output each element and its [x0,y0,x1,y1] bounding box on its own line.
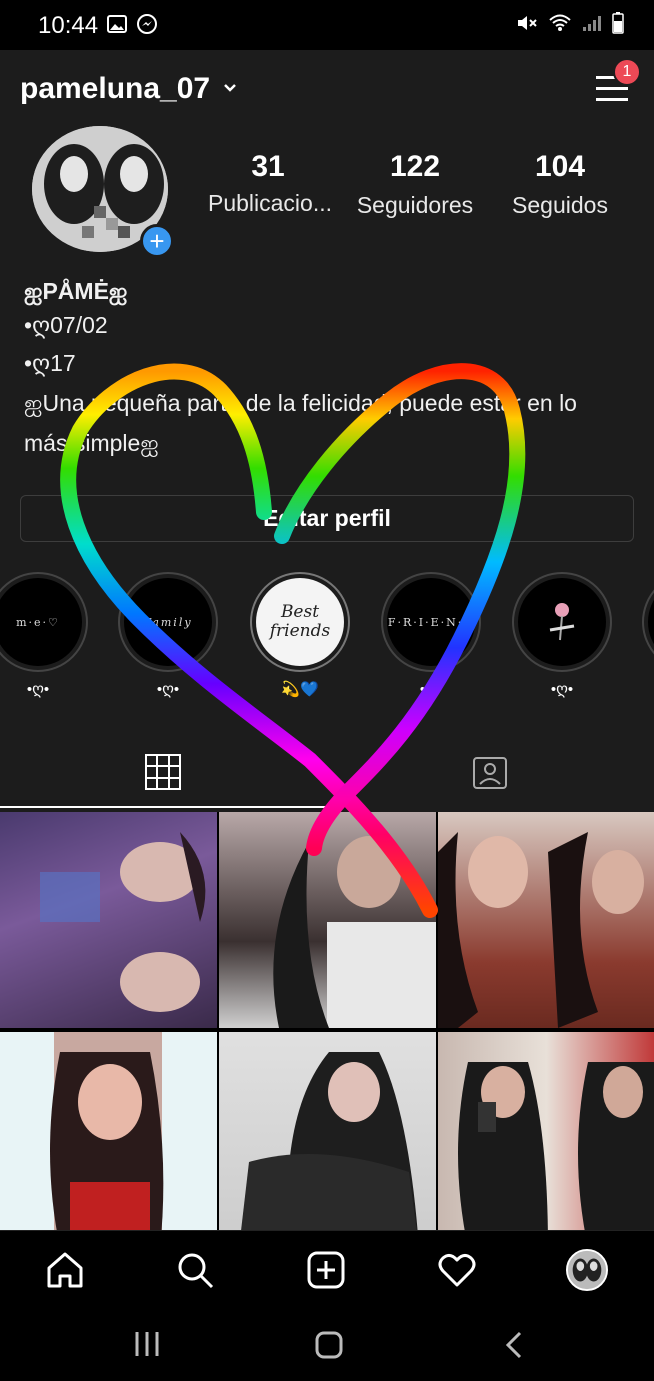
followers-label: Seguidores [356,192,474,218]
notification-badge: 1 [613,58,641,86]
highlight-caption: •ღ• [550,681,574,698]
posts-count: 31 [251,150,285,183]
bio-line-3: ஐUna pequeña parte de la felicidad, pued… [24,390,577,416]
profile-name: ஐPÅMĖஐ [24,278,128,304]
bio-line-1: •ღ07/02 [24,312,108,338]
edit-profile-button[interactable]: Editar perfil [20,495,634,542]
stat-following[interactable]: 104 Seguidos [506,150,614,219]
status-time: 10:44 [38,12,99,39]
new-post-icon[interactable] [305,1249,347,1291]
posts-grid [0,812,654,1248]
profile-tabs [0,734,654,810]
back-icon[interactable] [502,1330,526,1365]
flower-icon [549,603,575,641]
profile-avatar-large[interactable]: + [32,126,174,258]
story-highlight[interactable] [642,572,654,672]
username[interactable]: pameluna_07 [20,72,210,106]
post-thumbnail[interactable] [438,812,654,1028]
status-bar: 10:44 [0,0,654,50]
highlight-cover: m·e·♡ [0,578,82,666]
tagged-icon[interactable] [472,754,508,795]
active-tab-indicator [0,806,327,808]
post-thumbnail[interactable] [438,1032,654,1248]
profile-header: pameluna_07 1 [0,50,654,128]
activity-heart-icon[interactable] [436,1249,478,1291]
stat-followers[interactable]: 122 Seguidores [354,150,476,219]
stat-posts[interactable]: 31 [230,150,306,184]
post-thumbnail[interactable] [219,812,436,1028]
highlight-cover: Family [124,578,212,666]
story-highlight[interactable]: F·R·I·E·N·D •ღ• [381,572,481,698]
story-highlight[interactable]: Best friends 💫💙 [250,572,350,698]
highlight-cover [518,578,606,666]
battery-icon [612,12,624,39]
wifi-icon [548,13,572,38]
highlight-cover: F·R·I·E·N·D [387,578,475,666]
highlight-caption: 💫💙 [281,681,319,698]
mute-icon [516,13,538,38]
story-highlight[interactable]: Family •ღ• [118,572,218,698]
highlight-caption: •ღ• [156,681,180,698]
bottom-nav [0,1230,654,1306]
highlight-caption: •ღ• [26,681,50,698]
followers-count: 122 [389,150,441,183]
messenger-icon [137,14,157,39]
highlight-caption: •ღ• [419,681,443,698]
recent-apps-icon[interactable] [133,1330,161,1363]
post-thumbnail[interactable] [219,1032,436,1248]
bio-line-2: •ღ17 [24,350,76,376]
posts-label: Publicacio... [207,190,332,216]
home-button-icon[interactable] [314,1330,344,1365]
story-highlight[interactable]: •ღ• [512,572,612,698]
home-icon[interactable] [44,1249,86,1291]
bio-line-4: más simpleஐ [24,430,159,456]
post-thumbnail[interactable] [0,812,217,1028]
following-label: Seguidos [512,192,608,218]
gallery-icon [107,15,127,38]
add-story-button[interactable]: + [140,224,174,258]
profile-screen: pameluna_07 1 + 31 Publicacio... 122 Seg… [0,50,654,1248]
search-icon[interactable] [174,1249,216,1291]
grid-icon[interactable] [145,754,181,795]
signal-icon [582,14,602,37]
profile-avatar[interactable] [566,1249,608,1291]
following-count: 104 [534,150,586,183]
chevron-down-icon[interactable] [222,81,238,99]
system-nav-bar [0,1306,654,1381]
post-thumbnail[interactable] [0,1032,217,1248]
story-highlight[interactable]: m·e·♡ •ღ• [0,572,88,698]
highlight-cover: Best friends [256,578,344,666]
